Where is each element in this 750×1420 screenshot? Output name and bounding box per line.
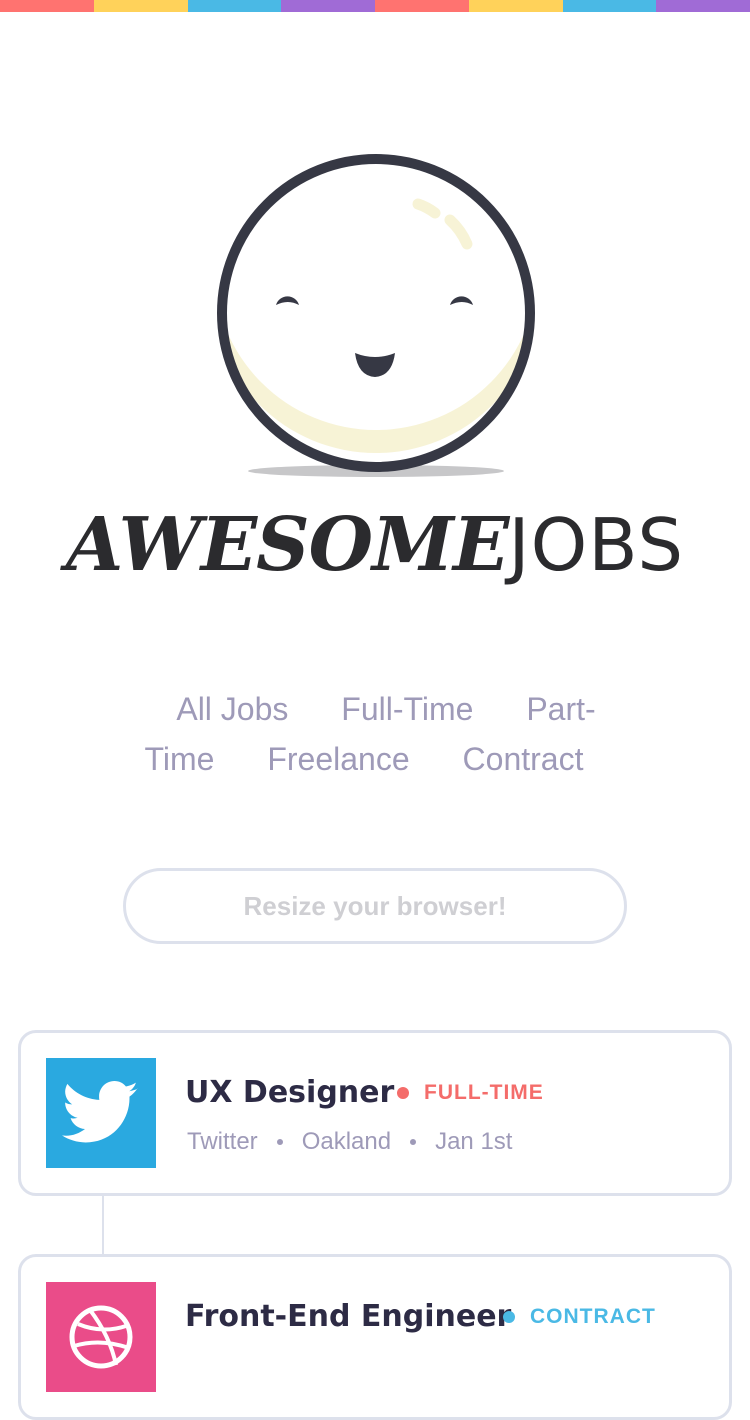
color-stripe [0, 0, 94, 12]
meta-separator [276, 1139, 283, 1145]
job-type-tag: CONTRACT [503, 1305, 656, 1329]
company-logo-twitter [46, 1058, 156, 1168]
company-logo-dribbble [46, 1282, 156, 1392]
job-card-front-end-engineer[interactable]: Front-End Engineer CONTRACT [18, 1254, 732, 1420]
color-stripe [656, 0, 750, 12]
meta-separator [410, 1139, 417, 1145]
job-type-nav: All Jobs Full-Time Part-Time Freelance C… [130, 684, 620, 784]
smiley-mascot-icon [217, 154, 535, 477]
job-card-ux-designer[interactable]: UX Designer FULL-TIME Twitter Oakland Ja… [18, 1030, 732, 1196]
brand-wordmark: AWESOMEJOBS [0, 508, 750, 582]
color-stripe [187, 0, 282, 12]
twitter-bird-icon [62, 1081, 139, 1143]
job-title: Front-End Engineer [185, 1299, 512, 1334]
dribbble-ball-icon [69, 1305, 133, 1369]
job-type-tag: FULL-TIME [397, 1081, 544, 1105]
brand-light: JOBS [508, 503, 685, 587]
timeline-connector [102, 1192, 104, 1258]
color-stripe [93, 0, 188, 12]
job-company: Twitter [187, 1128, 258, 1155]
color-stripe [375, 0, 469, 12]
job-type-label: CONTRACT [530, 1305, 656, 1328]
color-stripe [281, 0, 375, 12]
search-box [123, 868, 627, 944]
nav-full-time[interactable]: Full-Time [341, 691, 473, 727]
top-color-bar [0, 0, 750, 12]
job-location: Oakland [301, 1128, 392, 1155]
job-date: Jan 1st [435, 1128, 513, 1155]
job-type-label: FULL-TIME [424, 1081, 544, 1104]
search-input[interactable] [153, 889, 597, 923]
brand-bold: AWESOME [65, 502, 509, 588]
job-title: UX Designer [185, 1075, 395, 1110]
nav-contract[interactable]: Contract [463, 741, 584, 777]
logo-mascot [0, 140, 750, 490]
nav-freelance[interactable]: Freelance [267, 741, 409, 777]
color-stripe [468, 0, 563, 12]
color-stripe [562, 0, 657, 12]
nav-all-jobs[interactable]: All Jobs [176, 691, 288, 727]
job-meta: Twitter Oakland Jan 1st [187, 1128, 512, 1156]
status-dot [503, 1311, 515, 1323]
status-dot [397, 1087, 409, 1099]
